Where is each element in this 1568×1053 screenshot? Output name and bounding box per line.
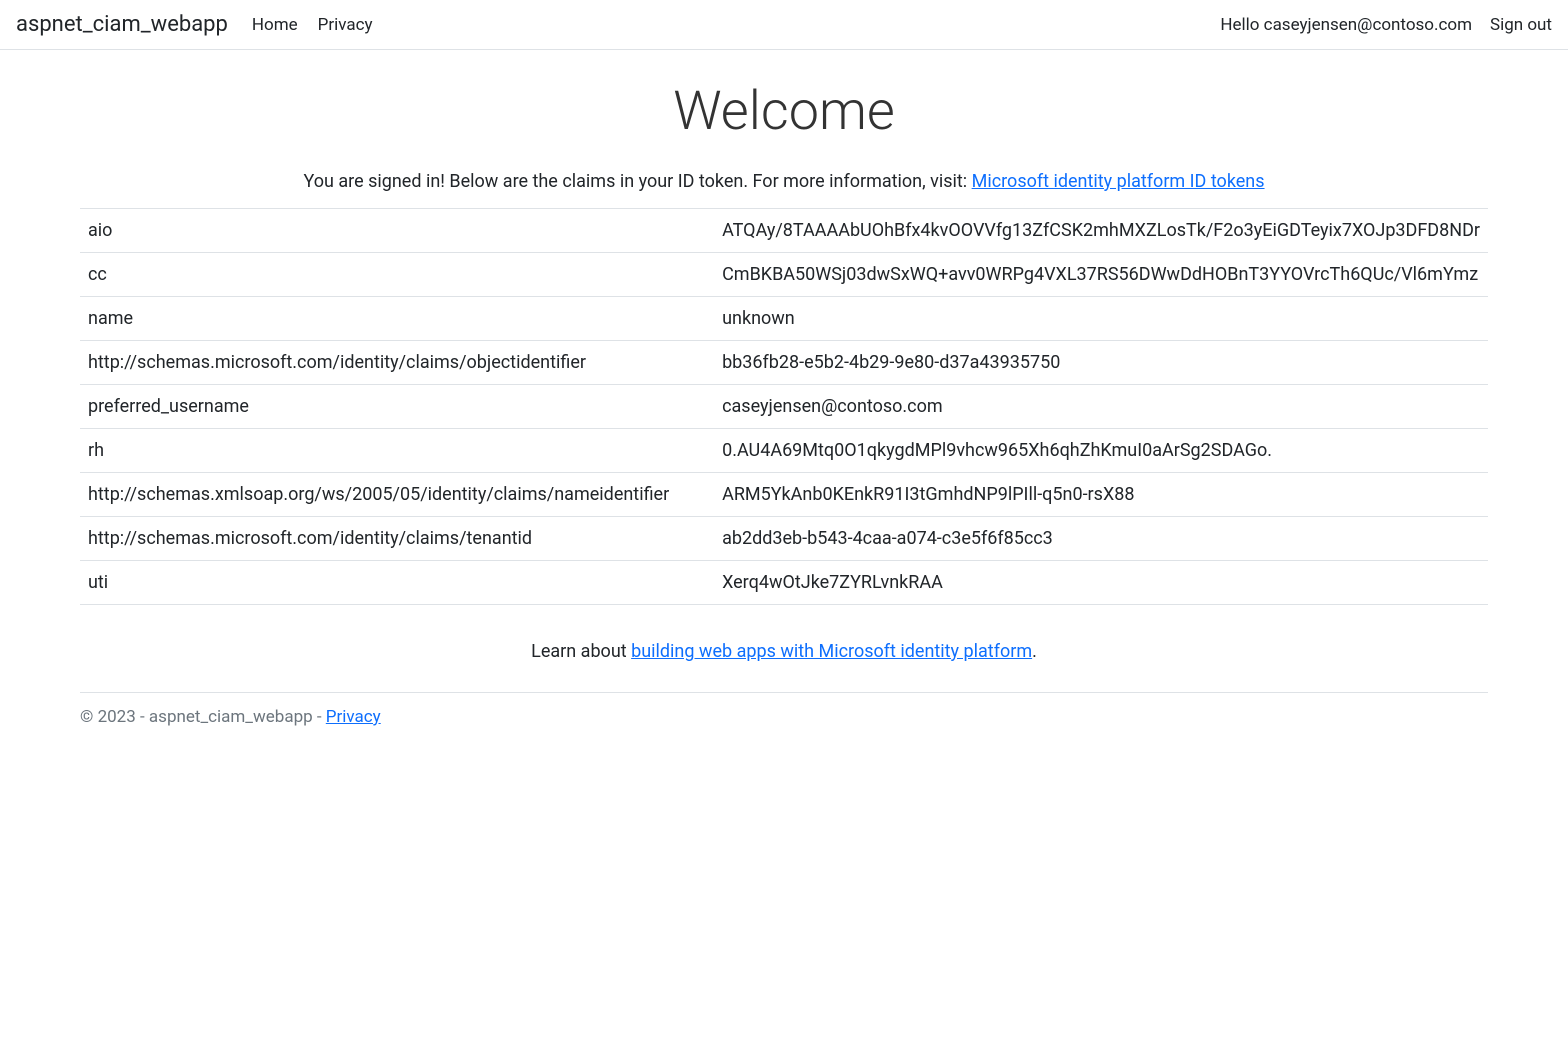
learn-more-paragraph: Learn about building web apps with Micro…: [0, 641, 1568, 662]
claim-value: bb36fb28-e5b2-4b29-9e80-d37a43935750: [714, 341, 1488, 385]
table-row: rh0.AU4A69Mtq0O1qkygdMPl9vhcw965Xh6qhZhK…: [80, 429, 1488, 473]
table-row: http://schemas.microsoft.com/identity/cl…: [80, 341, 1488, 385]
footer-privacy-link[interactable]: Privacy: [326, 707, 381, 727]
table-row: http://schemas.microsoft.com/identity/cl…: [80, 517, 1488, 561]
page-title: Welcome: [0, 80, 1568, 143]
learn-more-prefix: Learn about: [531, 641, 631, 662]
claim-value: 0.AU4A69Mtq0O1qkygdMPl9vhcw965Xh6qhZhKmu…: [714, 429, 1488, 473]
navbar-right: Hello caseyjensen@contoso.com Sign out: [1220, 15, 1552, 35]
table-row: ccCmBKBA50WSj03dwSxWQ+avv0WRPg4VXL37RS56…: [80, 253, 1488, 297]
claim-value: CmBKBA50WSj03dwSxWQ+avv0WRPg4VXL37RS56DW…: [714, 253, 1488, 297]
learn-more-link[interactable]: building web apps with Microsoft identit…: [631, 641, 1032, 662]
footer-text: © 2023 - aspnet_ciam_webapp -: [80, 707, 326, 727]
claim-key: http://schemas.microsoft.com/identity/cl…: [80, 341, 714, 385]
user-greeting: Hello caseyjensen@contoso.com: [1220, 15, 1472, 35]
claim-value: ARM5YkAnb0KEnkR91I3tGmhdNP9lPIll-q5n0-rs…: [714, 473, 1488, 517]
intro-paragraph: You are signed in! Below are the claims …: [0, 171, 1568, 192]
table-row: preferred_usernamecaseyjensen@contoso.co…: [80, 385, 1488, 429]
nav-home-link[interactable]: Home: [252, 15, 298, 35]
claim-value: caseyjensen@contoso.com: [714, 385, 1488, 429]
brand-link[interactable]: aspnet_ciam_webapp: [16, 12, 228, 37]
claim-key: preferred_username: [80, 385, 714, 429]
table-row: http://schemas.xmlsoap.org/ws/2005/05/id…: [80, 473, 1488, 517]
nav-links: Home Privacy: [252, 15, 373, 35]
claim-value: unknown: [714, 297, 1488, 341]
signout-link[interactable]: Sign out: [1490, 15, 1552, 35]
navbar: aspnet_ciam_webapp Home Privacy Hello ca…: [0, 0, 1568, 50]
claim-key: http://schemas.microsoft.com/identity/cl…: [80, 517, 714, 561]
table-row: aioATQAy/8TAAAAbUOhBfx4kvOOVVfg13ZfCSK2m…: [80, 209, 1488, 253]
claim-value: ATQAy/8TAAAAbUOhBfx4kvOOVVfg13ZfCSK2mhMX…: [714, 209, 1488, 253]
claim-key: cc: [80, 253, 714, 297]
claim-key: name: [80, 297, 714, 341]
claim-key: aio: [80, 209, 714, 253]
claims-table: aioATQAy/8TAAAAbUOhBfx4kvOOVVfg13ZfCSK2m…: [80, 208, 1488, 605]
claim-key: http://schemas.xmlsoap.org/ws/2005/05/id…: [80, 473, 714, 517]
learn-more-suffix: .: [1032, 641, 1037, 662]
table-row: nameunknown: [80, 297, 1488, 341]
claim-key: uti: [80, 561, 714, 605]
navbar-left: aspnet_ciam_webapp Home Privacy: [16, 12, 373, 37]
claim-value: Xerq4wOtJke7ZYRLvnkRAA: [714, 561, 1488, 605]
footer: © 2023 - aspnet_ciam_webapp - Privacy: [80, 692, 1488, 741]
main-content: Welcome You are signed in! Below are the…: [0, 50, 1568, 662]
claim-key: rh: [80, 429, 714, 473]
id-tokens-link[interactable]: Microsoft identity platform ID tokens: [972, 171, 1265, 192]
table-row: utiXerq4wOtJke7ZYRLvnkRAA: [80, 561, 1488, 605]
nav-privacy-link[interactable]: Privacy: [318, 15, 373, 35]
claim-value: ab2dd3eb-b543-4caa-a074-c3e5f6f85cc3: [714, 517, 1488, 561]
intro-text: You are signed in! Below are the claims …: [303, 171, 971, 192]
